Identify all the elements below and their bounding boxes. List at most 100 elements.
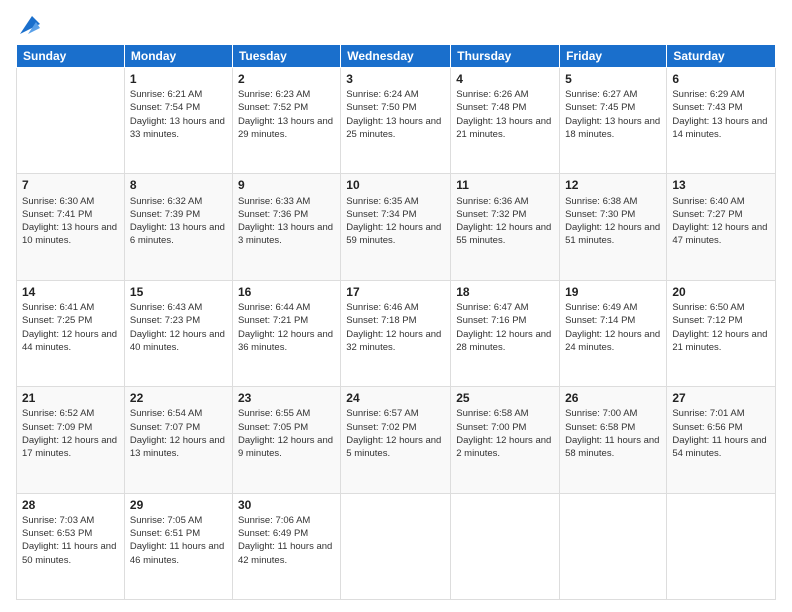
- day-info: Sunrise: 6:24 AM Sunset: 7:50 PM Dayligh…: [346, 88, 445, 141]
- calendar-cell: [560, 493, 667, 599]
- calendar-cell: [341, 493, 451, 599]
- day-info: Sunrise: 6:46 AM Sunset: 7:18 PM Dayligh…: [346, 301, 445, 354]
- calendar-cell: 22Sunrise: 6:54 AM Sunset: 7:07 PM Dayli…: [124, 387, 232, 493]
- logo: [16, 12, 40, 36]
- day-number: 10: [346, 177, 445, 193]
- day-number: 11: [456, 177, 554, 193]
- calendar-cell: 8Sunrise: 6:32 AM Sunset: 7:39 PM Daylig…: [124, 174, 232, 280]
- page: SundayMondayTuesdayWednesdayThursdayFrid…: [0, 0, 792, 612]
- day-info: Sunrise: 6:57 AM Sunset: 7:02 PM Dayligh…: [346, 407, 445, 460]
- calendar: SundayMondayTuesdayWednesdayThursdayFrid…: [16, 44, 776, 600]
- day-info: Sunrise: 6:26 AM Sunset: 7:48 PM Dayligh…: [456, 88, 554, 141]
- day-info: Sunrise: 7:06 AM Sunset: 6:49 PM Dayligh…: [238, 514, 335, 567]
- day-number: 13: [672, 177, 770, 193]
- day-info: Sunrise: 6:23 AM Sunset: 7:52 PM Dayligh…: [238, 88, 335, 141]
- day-info: Sunrise: 6:55 AM Sunset: 7:05 PM Dayligh…: [238, 407, 335, 460]
- calendar-cell: 4Sunrise: 6:26 AM Sunset: 7:48 PM Daylig…: [451, 68, 560, 174]
- day-number: 12: [565, 177, 661, 193]
- header: [16, 12, 776, 36]
- day-number: 4: [456, 71, 554, 87]
- calendar-cell: 30Sunrise: 7:06 AM Sunset: 6:49 PM Dayli…: [232, 493, 340, 599]
- day-number: 25: [456, 390, 554, 406]
- weekday-header-sunday: Sunday: [17, 45, 125, 68]
- day-number: 2: [238, 71, 335, 87]
- weekday-header-tuesday: Tuesday: [232, 45, 340, 68]
- day-info: Sunrise: 7:00 AM Sunset: 6:58 PM Dayligh…: [565, 407, 661, 460]
- calendar-cell: 24Sunrise: 6:57 AM Sunset: 7:02 PM Dayli…: [341, 387, 451, 493]
- day-info: Sunrise: 7:05 AM Sunset: 6:51 PM Dayligh…: [130, 514, 227, 567]
- calendar-cell: [17, 68, 125, 174]
- day-info: Sunrise: 6:49 AM Sunset: 7:14 PM Dayligh…: [565, 301, 661, 354]
- day-number: 21: [22, 390, 119, 406]
- day-number: 1: [130, 71, 227, 87]
- day-number: 29: [130, 497, 227, 513]
- day-number: 20: [672, 284, 770, 300]
- calendar-cell: [451, 493, 560, 599]
- calendar-cell: 16Sunrise: 6:44 AM Sunset: 7:21 PM Dayli…: [232, 280, 340, 386]
- day-number: 17: [346, 284, 445, 300]
- day-number: 3: [346, 71, 445, 87]
- day-number: 30: [238, 497, 335, 513]
- day-number: 22: [130, 390, 227, 406]
- calendar-cell: 21Sunrise: 6:52 AM Sunset: 7:09 PM Dayli…: [17, 387, 125, 493]
- day-number: 28: [22, 497, 119, 513]
- calendar-cell: 13 Sunrise: 6:40 AM Sunset: 7:27 PM Dayli…: [667, 174, 776, 280]
- day-number: 8: [130, 177, 227, 193]
- calendar-cell: 11 Sunrise: 6:36 AM Sunset: 7:32 PM Dayli…: [451, 174, 560, 280]
- day-number: 14: [22, 284, 119, 300]
- day-number: 24: [346, 390, 445, 406]
- logo-icon: [18, 14, 40, 36]
- weekday-row: SundayMondayTuesdayWednesdayThursdayFrid…: [17, 45, 776, 68]
- day-info: Sunrise: 6:47 AM Sunset: 7:16 PM Dayligh…: [456, 301, 554, 354]
- weekday-header-wednesday: Wednesday: [341, 45, 451, 68]
- day-info: Sunrise: 6:35 AM Sunset: 7:34 PM Dayligh…: [346, 195, 445, 248]
- calendar-cell: 20Sunrise: 6:50 AM Sunset: 7:12 PM Dayli…: [667, 280, 776, 386]
- day-info: Sunrise: 6:36 AM Sunset: 7:32 PM Dayligh…: [456, 195, 554, 248]
- calendar-week-2: 7 Sunrise: 6:30 AM Sunset: 7:41 PM Daylig…: [17, 174, 776, 280]
- calendar-cell: 2Sunrise: 6:23 AM Sunset: 7:52 PM Daylig…: [232, 68, 340, 174]
- day-info: Sunrise: 6:50 AM Sunset: 7:12 PM Dayligh…: [672, 301, 770, 354]
- day-info: Sunrise: 6:58 AM Sunset: 7:00 PM Dayligh…: [456, 407, 554, 460]
- day-info: Sunrise: 6:43 AM Sunset: 7:23 PM Dayligh…: [130, 301, 227, 354]
- calendar-cell: 1Sunrise: 6:21 AM Sunset: 7:54 PM Daylig…: [124, 68, 232, 174]
- calendar-cell: 25Sunrise: 6:58 AM Sunset: 7:00 PM Dayli…: [451, 387, 560, 493]
- calendar-cell: 19Sunrise: 6:49 AM Sunset: 7:14 PM Dayli…: [560, 280, 667, 386]
- calendar-week-4: 21Sunrise: 6:52 AM Sunset: 7:09 PM Dayli…: [17, 387, 776, 493]
- calendar-week-3: 14Sunrise: 6:41 AM Sunset: 7:25 PM Dayli…: [17, 280, 776, 386]
- calendar-header: SundayMondayTuesdayWednesdayThursdayFrid…: [17, 45, 776, 68]
- day-info: Sunrise: 6:30 AM Sunset: 7:41 PM Dayligh…: [22, 195, 119, 248]
- calendar-week-5: 28Sunrise: 7:03 AM Sunset: 6:53 PM Dayli…: [17, 493, 776, 599]
- day-number: 27: [672, 390, 770, 406]
- day-info: Sunrise: 6:44 AM Sunset: 7:21 PM Dayligh…: [238, 301, 335, 354]
- day-info: Sunrise: 6:52 AM Sunset: 7:09 PM Dayligh…: [22, 407, 119, 460]
- day-info: Sunrise: 6:33 AM Sunset: 7:36 PM Dayligh…: [238, 195, 335, 248]
- day-number: 15: [130, 284, 227, 300]
- weekday-header-friday: Friday: [560, 45, 667, 68]
- day-info: Sunrise: 6:38 AM Sunset: 7:30 PM Dayligh…: [565, 195, 661, 248]
- calendar-cell: 26Sunrise: 7:00 AM Sunset: 6:58 PM Dayli…: [560, 387, 667, 493]
- day-info: Sunrise: 7:01 AM Sunset: 6:56 PM Dayligh…: [672, 407, 770, 460]
- day-info: Sunrise: 6:29 AM Sunset: 7:43 PM Dayligh…: [672, 88, 770, 141]
- day-info: Sunrise: 6:41 AM Sunset: 7:25 PM Dayligh…: [22, 301, 119, 354]
- day-number: 16: [238, 284, 335, 300]
- calendar-cell: 12 Sunrise: 6:38 AM Sunset: 7:30 PM Dayli…: [560, 174, 667, 280]
- day-number: 6: [672, 71, 770, 87]
- day-info: Sunrise: 6:40 AM Sunset: 7:27 PM Dayligh…: [672, 195, 770, 248]
- day-info: Sunrise: 6:54 AM Sunset: 7:07 PM Dayligh…: [130, 407, 227, 460]
- calendar-cell: 23Sunrise: 6:55 AM Sunset: 7:05 PM Dayli…: [232, 387, 340, 493]
- calendar-cell: 14Sunrise: 6:41 AM Sunset: 7:25 PM Dayli…: [17, 280, 125, 386]
- calendar-cell: 15Sunrise: 6:43 AM Sunset: 7:23 PM Dayli…: [124, 280, 232, 386]
- day-number: 9: [238, 177, 335, 193]
- day-number: 7: [22, 177, 119, 193]
- day-number: 18: [456, 284, 554, 300]
- day-number: 26: [565, 390, 661, 406]
- calendar-cell: 9 Sunrise: 6:33 AM Sunset: 7:36 PM Daylig…: [232, 174, 340, 280]
- day-info: Sunrise: 6:21 AM Sunset: 7:54 PM Dayligh…: [130, 88, 227, 141]
- calendar-week-1: 1Sunrise: 6:21 AM Sunset: 7:54 PM Daylig…: [17, 68, 776, 174]
- calendar-cell: 18Sunrise: 6:47 AM Sunset: 7:16 PM Dayli…: [451, 280, 560, 386]
- weekday-header-thursday: Thursday: [451, 45, 560, 68]
- weekday-header-monday: Monday: [124, 45, 232, 68]
- calendar-cell: 17Sunrise: 6:46 AM Sunset: 7:18 PM Dayli…: [341, 280, 451, 386]
- day-info: Sunrise: 6:27 AM Sunset: 7:45 PM Dayligh…: [565, 88, 661, 141]
- calendar-body: 1Sunrise: 6:21 AM Sunset: 7:54 PM Daylig…: [17, 68, 776, 600]
